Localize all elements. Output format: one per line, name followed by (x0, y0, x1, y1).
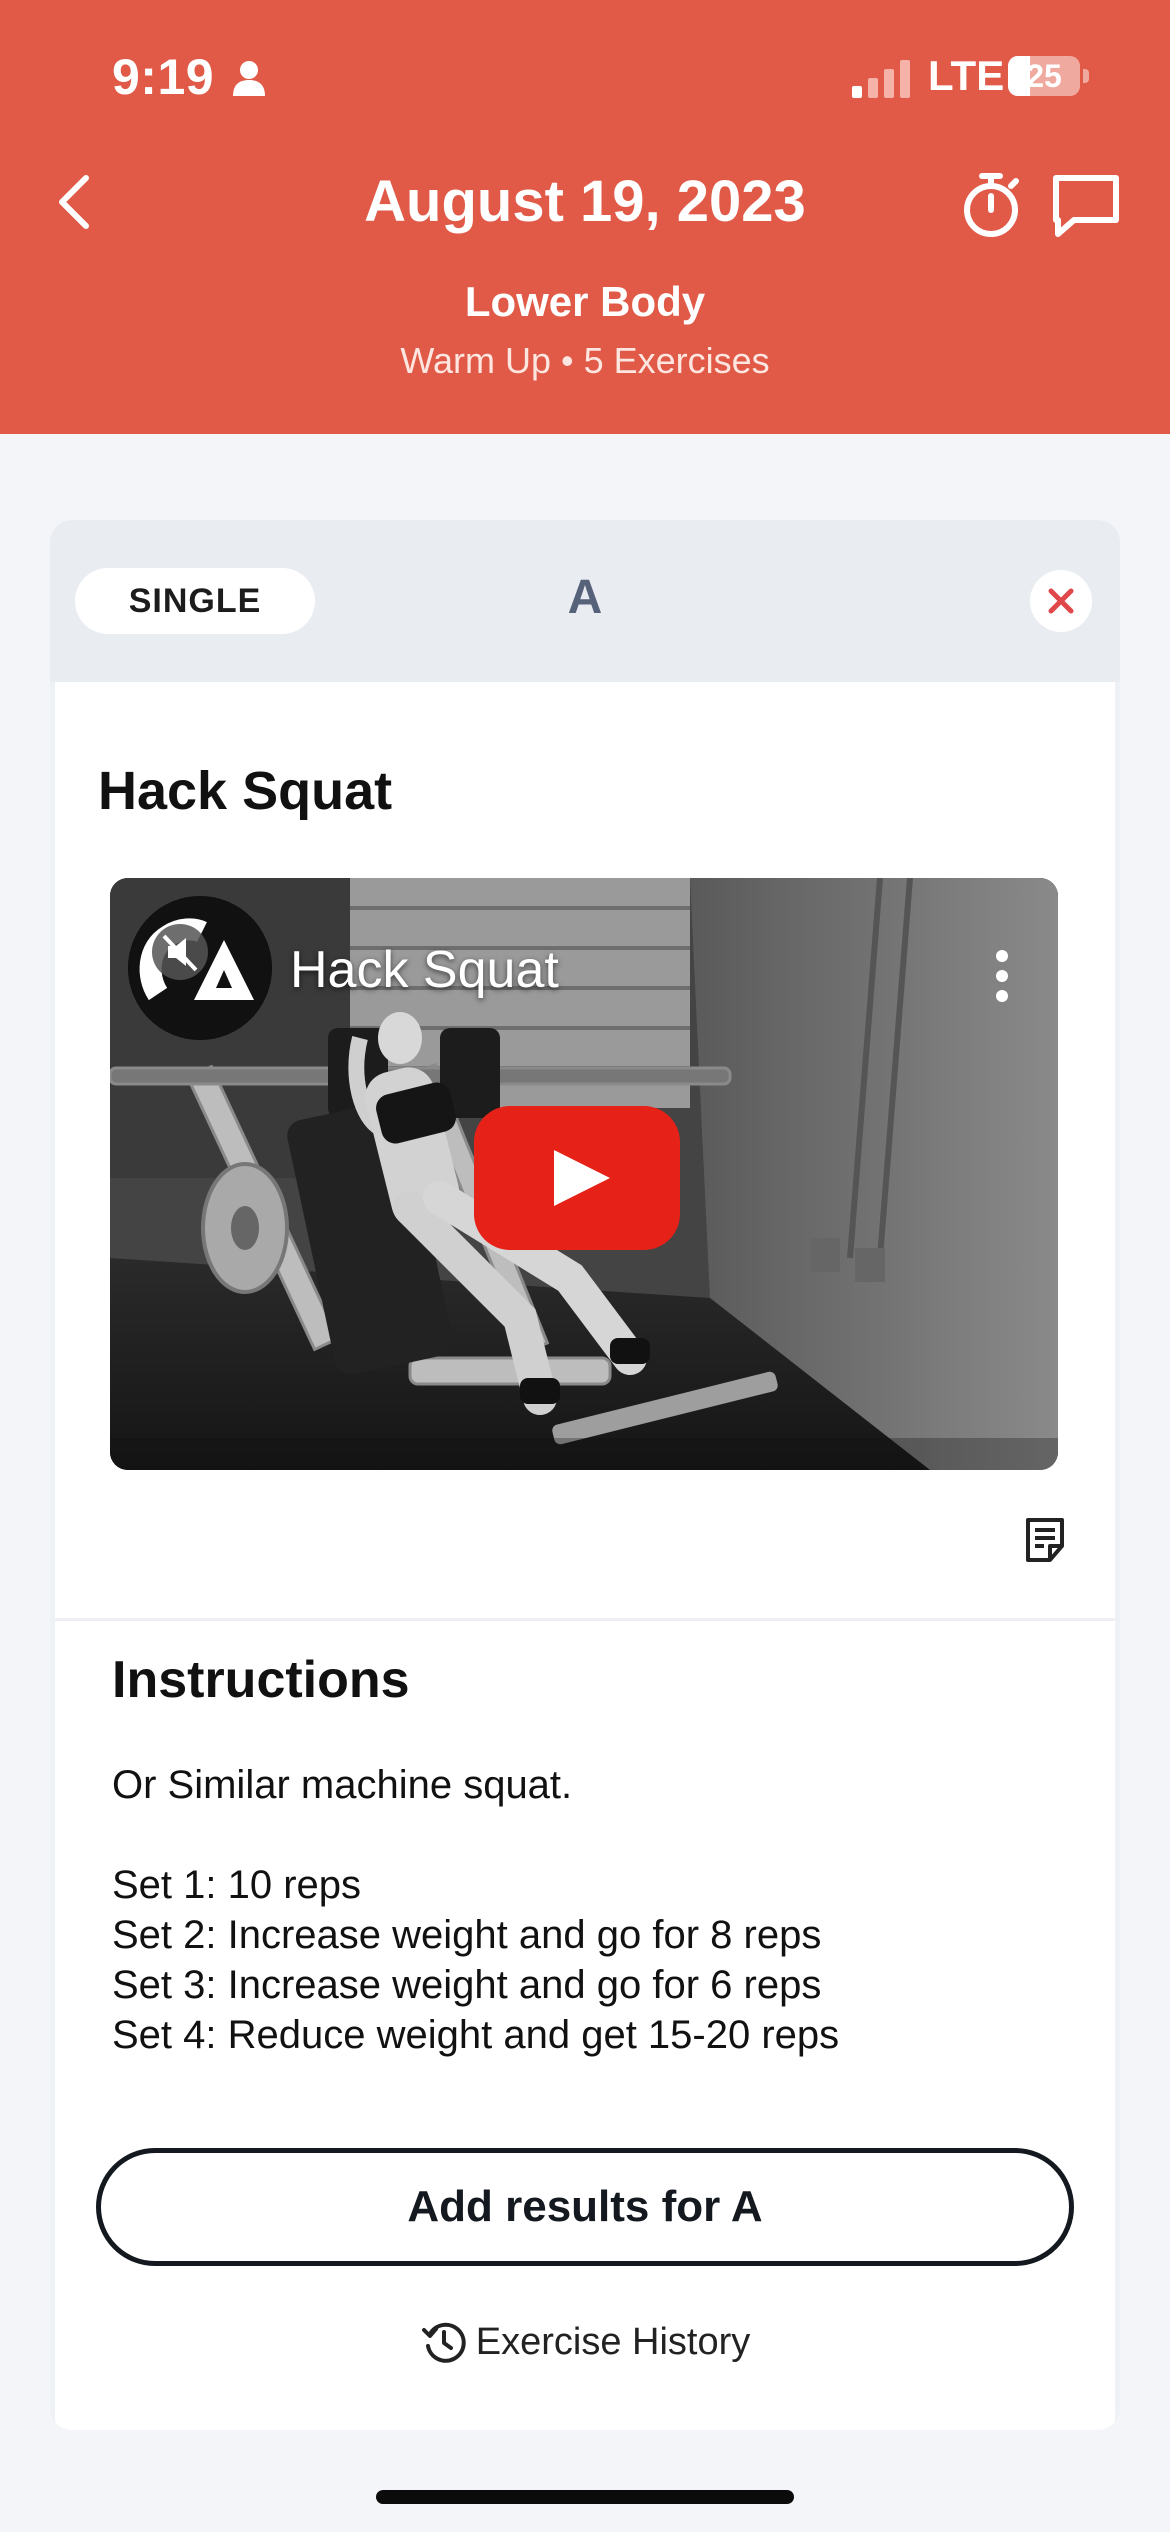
instruction-line: Set 1: 10 reps (112, 1863, 362, 1907)
card-border-right (1115, 682, 1120, 2430)
battery-level: 25 (1026, 58, 1062, 94)
instructions-heading: Instructions (112, 1651, 410, 1709)
more-options-icon[interactable] (990, 948, 1014, 1004)
card-header: SINGLE A (50, 520, 1120, 682)
section-divider (55, 1618, 1115, 1621)
exercise-history-link[interactable]: Exercise History (50, 2312, 1120, 2372)
status-bar: 9:19 LTE 25 (0, 0, 1170, 150)
instruction-line: Or Similar machine squat. (112, 1763, 573, 1807)
exercise-letter: A (567, 571, 603, 624)
instruction-line: Set 2: Increase weight and go for 8 reps (112, 1913, 822, 1957)
back-button[interactable] (44, 166, 104, 238)
instruction-line: Set 4: Reduce weight and get 15-20 reps (112, 2013, 840, 2057)
play-button[interactable] (474, 1106, 680, 1250)
battery-icon: 25 (1008, 56, 1089, 96)
workout-meta: Warm Up • 5 Exercises (400, 340, 770, 381)
instruction-line: Set 3: Increase weight and go for 6 reps (112, 1963, 822, 2007)
video-player[interactable]: Hack Squat (110, 878, 1058, 1470)
add-results-button[interactable]: Add results for A (96, 2148, 1074, 2266)
exercise-history-label: Exercise History (475, 2320, 751, 2363)
workout-name: Lower Body (464, 278, 706, 325)
instruction-line-blank (112, 1810, 1092, 1860)
status-time: 9:19 (112, 49, 215, 105)
exercise-name: Hack Squat (98, 761, 393, 821)
card-border-left (50, 682, 55, 2430)
exercise-type-badge: SINGLE (75, 568, 315, 634)
channel-avatar[interactable] (128, 896, 272, 1040)
stopwatch-icon (964, 173, 1019, 237)
history-icon (421, 2322, 466, 2363)
chevron-left-icon (59, 175, 89, 229)
chat-button[interactable] (1048, 170, 1124, 242)
page-title: August 19, 2023 (364, 169, 806, 234)
notes-icon[interactable] (1022, 1516, 1068, 1564)
exercise-card: SINGLE A Hack Squat Hack Squat Instructi… (50, 520, 1120, 2430)
cellular-signal-icon (852, 60, 910, 98)
remove-exercise-button[interactable] (1030, 570, 1092, 632)
channel-logo-icon (128, 896, 272, 1040)
network-type: LTE (928, 52, 1005, 99)
timer-button[interactable] (955, 170, 1027, 242)
close-icon (1048, 588, 1074, 614)
instructions-text: Or Similar machine squat. Set 1: 10 reps… (112, 1760, 1092, 2060)
chat-bubble-icon (1053, 175, 1119, 237)
video-title: Hack Squat (290, 941, 559, 999)
home-indicator[interactable] (376, 2490, 794, 2504)
app-header: 9:19 LTE 25 August 19, 2023 Lower Body W… (0, 0, 1170, 434)
person-icon (233, 61, 265, 96)
